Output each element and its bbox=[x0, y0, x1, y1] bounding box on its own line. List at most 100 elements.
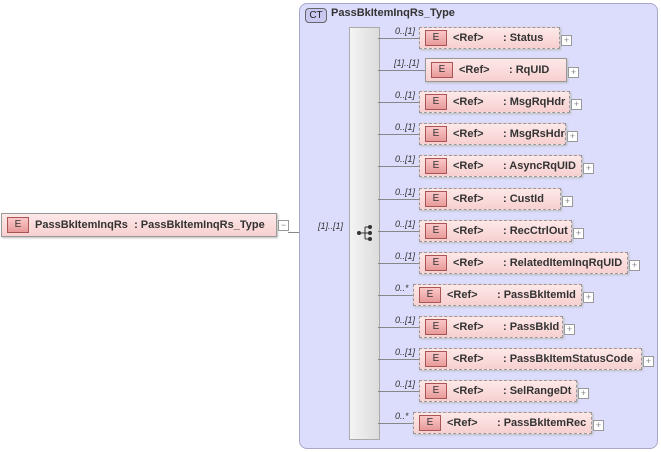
expand-icon[interactable]: + bbox=[561, 35, 572, 46]
expand-icon[interactable]: + bbox=[583, 291, 594, 303]
element-badge: E bbox=[425, 222, 447, 239]
child-element[interactable]: E <Ref> : PassBkId bbox=[419, 315, 563, 338]
connector bbox=[378, 326, 419, 328]
ref-label: <Ref> bbox=[453, 385, 484, 398]
element-badge: E bbox=[425, 30, 447, 46]
ref-label: <Ref> bbox=[453, 128, 484, 141]
element-badge: E bbox=[425, 94, 447, 111]
element-name: : Status bbox=[503, 32, 544, 44]
child-element[interactable]: E <Ref> : Status bbox=[419, 27, 560, 49]
root-element-type: : PassBkItemInqRs_Type bbox=[134, 219, 265, 231]
element-badge: E bbox=[425, 318, 447, 335]
occurrence-label: 0..[1] bbox=[395, 154, 416, 165]
element-name: : PassBkItemStatusCode bbox=[503, 353, 634, 365]
element-name: : PassBkItemId bbox=[497, 288, 576, 301]
occurrence-label: 0..[1] bbox=[395, 90, 416, 101]
expand-icon[interactable]: + bbox=[578, 388, 589, 400]
connector bbox=[378, 230, 419, 232]
connector bbox=[378, 166, 419, 168]
expand-icon[interactable]: + bbox=[573, 227, 584, 239]
root-element[interactable]: E PassBkItemInqRs : PassBkItemInqRs_Type bbox=[1, 213, 277, 237]
occurrence-label: [1]..[1] bbox=[394, 58, 420, 69]
ref-label: <Ref> bbox=[453, 224, 484, 237]
occurrence-label: 0..[1] bbox=[395, 250, 416, 261]
ref-label: <Ref> bbox=[453, 256, 484, 269]
element-name: : RecCtrlOut bbox=[503, 224, 568, 237]
ref-label: <Ref> bbox=[453, 160, 484, 173]
connector bbox=[378, 391, 419, 393]
child-element[interactable]: E <Ref> : RelatedItemInqRqUID bbox=[419, 251, 628, 274]
element-name: : MsgRqHdr bbox=[503, 96, 566, 109]
element-name: : PassBkId bbox=[503, 320, 560, 333]
element-name: : MsgRsHdr bbox=[503, 128, 565, 141]
child-element[interactable]: E <Ref> : PassBkItemId bbox=[413, 283, 582, 306]
occurrence-label: 0..* bbox=[395, 282, 409, 293]
expand-icon[interactable]: + bbox=[562, 195, 573, 207]
root-element-name: PassBkItemInqRs bbox=[35, 219, 128, 231]
occurrence-label: 0..[1] bbox=[395, 379, 416, 390]
connector bbox=[378, 359, 419, 360]
child-element[interactable]: E <Ref> : MsgRsHdr bbox=[419, 123, 566, 146]
element-badge: E bbox=[425, 158, 447, 175]
element-badge: E bbox=[425, 254, 447, 271]
element-badge: E bbox=[431, 62, 453, 79]
expand-icon[interactable]: + bbox=[564, 323, 575, 335]
connector bbox=[378, 198, 419, 200]
element-name: : SelRangeDt bbox=[503, 385, 572, 398]
ref-label: <Ref> bbox=[447, 417, 478, 430]
child-element[interactable]: E <Ref> : RecCtrlOut bbox=[419, 219, 572, 242]
element-name: : RelatedItemInqRqUID bbox=[503, 256, 623, 269]
connector bbox=[378, 294, 413, 296]
child-element[interactable]: E <Ref> : PassBkItemStatusCode bbox=[419, 348, 642, 370]
occurrence-label: 0..[1] bbox=[395, 186, 416, 197]
element-badge: E bbox=[425, 126, 447, 143]
connector bbox=[378, 38, 419, 39]
connector bbox=[378, 70, 425, 72]
occurrence-label: 0..* bbox=[395, 411, 409, 422]
expand-icon[interactable]: + bbox=[583, 163, 594, 175]
element-badge: E bbox=[425, 383, 447, 400]
ref-label: <Ref> bbox=[453, 320, 484, 333]
ref-label: <Ref> bbox=[453, 192, 484, 205]
element-badge: E bbox=[7, 217, 29, 233]
complex-type-title: PassBkItemInqRs_Type bbox=[331, 7, 455, 19]
element-name: : CustId bbox=[503, 192, 544, 205]
expand-icon[interactable]: + bbox=[593, 420, 604, 432]
child-element[interactable]: E <Ref> : PassBkItemRec bbox=[413, 412, 592, 435]
element-badge: E bbox=[425, 351, 447, 367]
expand-icon[interactable]: + bbox=[629, 259, 640, 271]
connector bbox=[378, 423, 413, 425]
expand-icon[interactable]: + bbox=[568, 67, 579, 79]
ct-badge: CT bbox=[305, 8, 327, 23]
occurrence-label: 0..[1] bbox=[395, 218, 416, 229]
element-badge: E bbox=[419, 415, 441, 432]
connector bbox=[378, 262, 419, 264]
occurrence-label: 0..[1] bbox=[395, 26, 416, 36]
expand-icon[interactable]: + bbox=[643, 356, 654, 367]
connector bbox=[378, 134, 419, 136]
child-element[interactable]: E <Ref> : AsyncRqUID bbox=[419, 155, 582, 178]
collapse-icon[interactable]: − bbox=[278, 220, 289, 231]
sequence-icon bbox=[357, 225, 372, 241]
occurrence-label: 0..[1] bbox=[395, 347, 416, 357]
ref-label: <Ref> bbox=[459, 64, 490, 77]
element-name: : RqUID bbox=[509, 64, 550, 77]
child-element[interactable]: E <Ref> : CustId bbox=[419, 187, 561, 210]
occurrence-label: 0..[1] bbox=[395, 122, 416, 133]
connector bbox=[378, 102, 419, 104]
element-badge: E bbox=[425, 190, 447, 207]
expand-icon[interactable]: + bbox=[567, 131, 578, 143]
ref-label: <Ref> bbox=[447, 288, 478, 301]
element-name: : PassBkItemRec bbox=[497, 417, 587, 430]
ref-label: <Ref> bbox=[453, 32, 484, 44]
child-element[interactable]: E <Ref> : SelRangeDt bbox=[419, 380, 577, 403]
ref-label: <Ref> bbox=[453, 96, 484, 109]
child-element[interactable]: E <Ref> : MsgRqHdr bbox=[419, 91, 570, 114]
occurrence-label: 0..[1] bbox=[395, 314, 416, 325]
element-name: : AsyncRqUID bbox=[503, 160, 576, 173]
expand-icon[interactable]: + bbox=[571, 99, 582, 111]
ref-label: <Ref> bbox=[453, 353, 484, 365]
child-element[interactable]: E <Ref> : RqUID bbox=[425, 58, 567, 83]
root-occurrence: [1]..[1] bbox=[318, 221, 344, 231]
element-badge: E bbox=[419, 286, 441, 303]
